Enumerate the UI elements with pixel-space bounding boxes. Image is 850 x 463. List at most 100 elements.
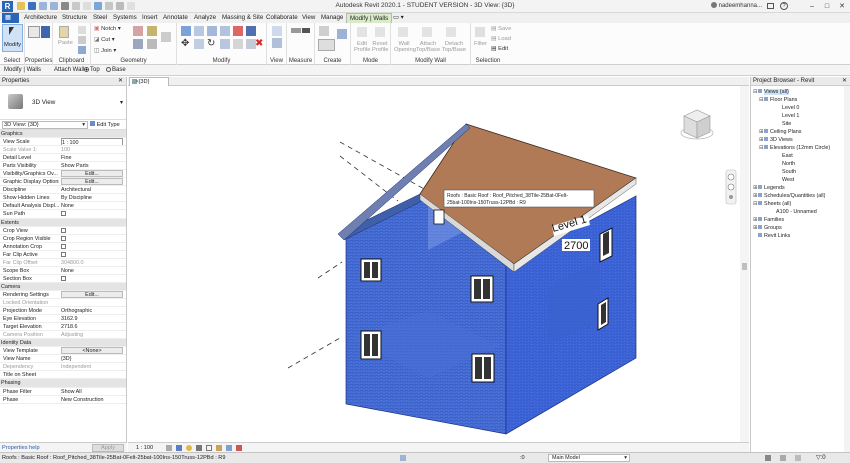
window-right-upper[interactable] bbox=[599, 227, 613, 263]
edit-selection-button[interactable]: ▤ Edit bbox=[491, 46, 508, 52]
tab-3d-view[interactable]: {3D} ✕ bbox=[129, 77, 169, 86]
checkbox[interactable] bbox=[61, 251, 66, 257]
save-selection-button[interactable]: ▤ Save bbox=[491, 26, 511, 32]
property-row[interactable]: Parts Visibility Show Parts bbox=[0, 162, 126, 171]
property-row[interactable]: Phase New Construction bbox=[0, 396, 126, 404]
browser-node[interactable]: ⊟ Sheets (all) bbox=[753, 201, 791, 207]
filter-status-icon[interactable]: ▽:0 bbox=[816, 454, 826, 461]
window-left-lower[interactable] bbox=[360, 330, 382, 360]
override-graphics-icon[interactable] bbox=[272, 38, 282, 48]
property-row[interactable]: Detail Level Fine bbox=[0, 154, 126, 163]
tab-analyze[interactable]: Analyze bbox=[191, 13, 219, 23]
browser-node[interactable]: ⊞ Schedules/Quantities (all) bbox=[753, 193, 825, 199]
window-left-lower-2[interactable] bbox=[471, 353, 495, 383]
property-row[interactable]: Title on Sheet bbox=[0, 371, 126, 380]
property-row[interactable]: Discipline Architectural bbox=[0, 186, 126, 195]
reveal-hidden-icon[interactable] bbox=[236, 445, 242, 451]
view-scale[interactable]: 1 : 100 bbox=[136, 445, 153, 451]
notch-button[interactable]: ▣ Notch ▾ bbox=[94, 26, 121, 32]
property-value[interactable]: 3162.9 bbox=[61, 315, 123, 322]
property-checkbox[interactable] bbox=[61, 235, 123, 242]
instance-dropdown[interactable]: 3D View: {3D} ▾ bbox=[2, 121, 88, 129]
filter-button[interactable]: Filter bbox=[474, 41, 487, 47]
property-row[interactable]: Projection Mode Orthographic bbox=[0, 307, 126, 316]
split-icon[interactable] bbox=[233, 26, 243, 36]
property-row[interactable]: Graphic Display Options Edit... bbox=[0, 178, 126, 187]
property-row[interactable]: View Name {3D} bbox=[0, 355, 126, 364]
trim-icon[interactable] bbox=[220, 39, 230, 49]
property-value[interactable]: 304800.0 bbox=[61, 259, 123, 266]
browser-node[interactable]: South bbox=[771, 169, 796, 175]
checkbox[interactable] bbox=[61, 211, 66, 217]
cut-button[interactable]: ◪ Cut ▾ bbox=[94, 37, 115, 43]
property-row[interactable]: Rendering Settings Edit... bbox=[0, 290, 126, 299]
select-faces-icon[interactable] bbox=[795, 455, 801, 461]
copy-icon[interactable] bbox=[78, 26, 86, 34]
browser-node[interactable]: ⊟ Floor Plans bbox=[759, 97, 797, 103]
measure-distance-icon[interactable] bbox=[291, 28, 301, 33]
user-account[interactable]: nadeemhanna... bbox=[710, 2, 762, 9]
type-dropdown-icon[interactable]: ▾ bbox=[120, 99, 123, 106]
type-properties-icon[interactable] bbox=[41, 26, 50, 38]
property-value[interactable]: None bbox=[61, 202, 123, 209]
temp-hide-icon[interactable] bbox=[226, 445, 232, 451]
properties-icon[interactable] bbox=[28, 26, 40, 38]
checkbox[interactable] bbox=[61, 243, 66, 249]
tab-architecture[interactable]: Architecture bbox=[21, 13, 60, 23]
design-options-dropdown[interactable]: Main Model ▾ bbox=[548, 454, 630, 462]
property-row[interactable]: Far Clip Active bbox=[0, 251, 126, 259]
tab-view[interactable]: View bbox=[299, 13, 318, 23]
close-button[interactable]: ✕ bbox=[835, 1, 849, 12]
property-value[interactable]: Edit... bbox=[61, 170, 123, 178]
property-value[interactable]: Orthographic bbox=[61, 307, 123, 314]
select-pinned-icon[interactable] bbox=[780, 455, 786, 461]
browser-node[interactable]: A100 - Unnamed bbox=[765, 209, 817, 215]
property-row[interactable]: Annotation Crop bbox=[0, 243, 126, 251]
paint-icon[interactable] bbox=[147, 26, 157, 36]
property-row[interactable]: Eye Elevation 3162.9 bbox=[0, 315, 126, 324]
tab-systems[interactable]: Systems bbox=[110, 13, 140, 23]
selection-links-icon[interactable] bbox=[765, 455, 771, 461]
property-edit-button[interactable]: Edit... bbox=[61, 170, 123, 178]
browser-node[interactable]: North bbox=[771, 161, 795, 167]
mirror-draw-icon[interactable] bbox=[220, 26, 230, 36]
property-value[interactable]: Fine bbox=[61, 154, 123, 161]
move-icon[interactable]: ✥ bbox=[181, 39, 191, 49]
window-left-mid[interactable] bbox=[470, 275, 494, 303]
browser-node[interactable]: West bbox=[771, 177, 794, 183]
paste-icon[interactable] bbox=[59, 26, 69, 38]
browser-node[interactable]: ⊟ Views (all) bbox=[753, 89, 789, 95]
scroll-thumb[interactable] bbox=[742, 263, 747, 270]
property-value[interactable]: Show Parts bbox=[61, 162, 123, 169]
window-right-lower[interactable] bbox=[597, 297, 609, 331]
detach-button[interactable]: Detach Top/Base bbox=[441, 41, 467, 53]
detail-level-icon[interactable] bbox=[166, 445, 172, 451]
property-category[interactable]: Graphics bbox=[0, 130, 126, 139]
crop-icon[interactable] bbox=[206, 445, 212, 451]
edit-type-button[interactable]: Edit Type bbox=[90, 121, 120, 129]
property-value[interactable]: Edit... bbox=[61, 290, 123, 298]
mirror-axis-icon[interactable] bbox=[207, 26, 217, 36]
cart-icon[interactable] bbox=[767, 3, 774, 9]
delete-icon[interactable]: ✖ bbox=[255, 39, 263, 49]
property-value[interactable]: Adjusting bbox=[61, 331, 123, 338]
property-row[interactable]: Target Elevation 2718.6 bbox=[0, 323, 126, 332]
property-edit-button[interactable]: Edit... bbox=[61, 290, 123, 298]
tab-massing-site[interactable]: Massing & Site bbox=[219, 13, 266, 23]
close-browser-icon[interactable]: ✕ bbox=[842, 77, 847, 86]
window-left-upper[interactable] bbox=[360, 258, 382, 282]
close-properties-icon[interactable]: ✕ bbox=[118, 77, 123, 86]
align-icon[interactable] bbox=[181, 26, 191, 36]
property-value[interactable]: Show All bbox=[61, 388, 123, 395]
top-radio[interactable]: Top bbox=[84, 67, 100, 73]
edit-profile-button[interactable]: Edit Profile bbox=[354, 41, 370, 53]
property-checkbox[interactable] bbox=[61, 251, 123, 258]
property-value[interactable]: Architectural bbox=[61, 186, 123, 193]
property-row[interactable]: View Template <None> bbox=[0, 347, 126, 356]
property-row[interactable]: Visibility/Graphics Ov... Edit... bbox=[0, 170, 126, 179]
browser-node[interactable]: ⊟ Elevations (12mm Circle) bbox=[759, 145, 830, 151]
property-row[interactable]: View Scale 1 : 100 bbox=[0, 138, 126, 147]
property-edit-button[interactable]: Edit... bbox=[61, 178, 123, 186]
canvas-vertical-scrollbar[interactable] bbox=[740, 86, 749, 442]
split-face-icon[interactable] bbox=[133, 26, 143, 36]
